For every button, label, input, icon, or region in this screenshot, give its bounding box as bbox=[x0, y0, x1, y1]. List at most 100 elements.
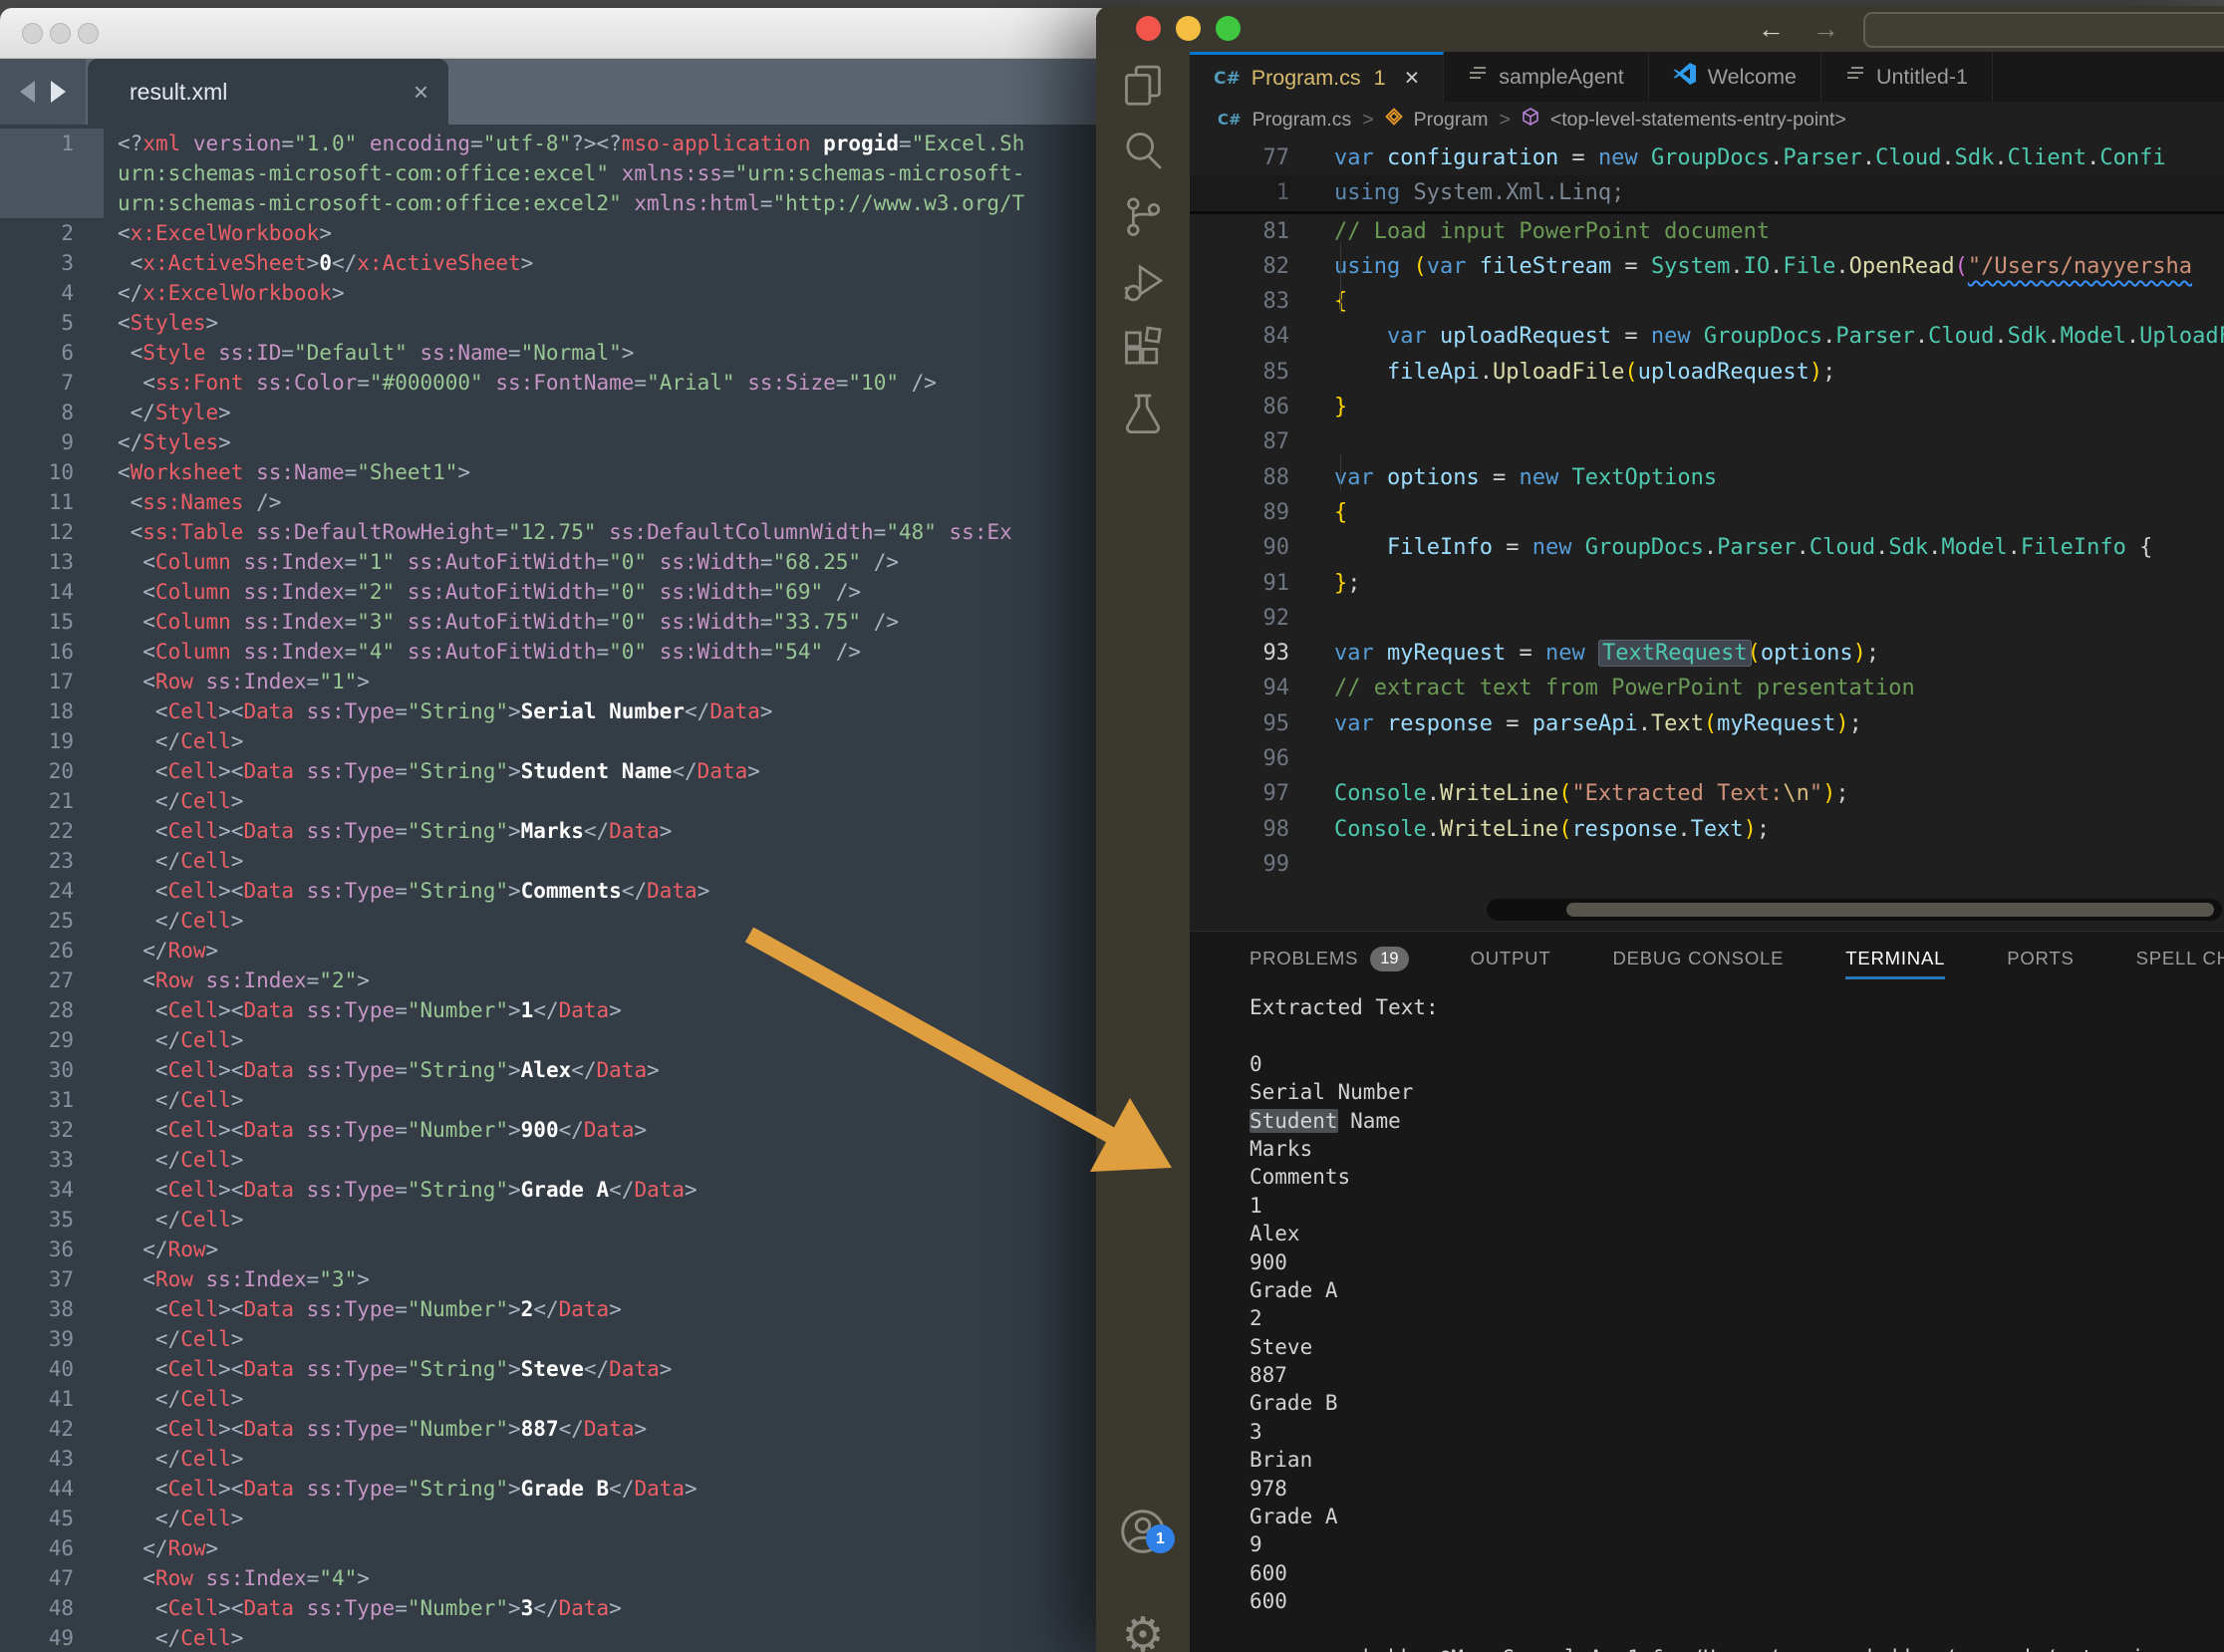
code-line: 49 </Cell> bbox=[0, 1623, 1114, 1652]
terminal-output[interactable]: Extracted Text: 0Serial NumberStudent Na… bbox=[1250, 993, 2224, 1652]
code-line: 91}; bbox=[1190, 566, 2224, 601]
code-line: 45 </Cell> bbox=[0, 1504, 1114, 1533]
settings-gear-icon[interactable]: ⚙ bbox=[1096, 1602, 1190, 1652]
line-number: 88 bbox=[1190, 460, 1289, 495]
close-tab-icon[interactable]: × bbox=[1405, 64, 1420, 93]
tab-label: Program.cs bbox=[1251, 66, 1361, 91]
code-line: 82using (var fileStream = System.IO.File… bbox=[1190, 249, 2224, 284]
panel-tab-spell-checker[interactable]: SPELL CHECKER bbox=[2136, 948, 2224, 969]
list-file-icon bbox=[1468, 64, 1488, 90]
terminal-line: Grade A bbox=[1250, 1276, 2224, 1304]
code-line: 21 </Cell> bbox=[0, 786, 1114, 816]
breadcrumb[interactable]: C# Program.cs > Program > <top-level-sta… bbox=[1190, 102, 2224, 138]
code-line: 4</x:ExcelWorkbook> bbox=[0, 278, 1114, 308]
line-number: 36 bbox=[0, 1235, 104, 1264]
line-number: 47 bbox=[0, 1563, 104, 1593]
line-number: 38 bbox=[0, 1294, 104, 1324]
terminal-line: Brian bbox=[1250, 1446, 2224, 1474]
horizontal-scrollbar[interactable] bbox=[1487, 899, 2222, 921]
terminal-line: 978 bbox=[1250, 1475, 2224, 1503]
line-number: 89 bbox=[1190, 495, 1289, 530]
code-line: 35 </Cell> bbox=[0, 1205, 1114, 1235]
line-number: 32 bbox=[0, 1115, 104, 1145]
line-number: 87 bbox=[1190, 424, 1289, 459]
tab-untitled-1[interactable]: Untitled-1 bbox=[1821, 52, 1993, 102]
line-number: 1 bbox=[0, 129, 104, 158]
terminal-line bbox=[1250, 1021, 2224, 1049]
line-number: 99 bbox=[1190, 847, 1289, 882]
line-number: 33 bbox=[0, 1145, 104, 1175]
zoom-traffic-light[interactable] bbox=[1216, 16, 1241, 41]
account-icon[interactable]: 1 bbox=[1096, 1499, 1190, 1564]
terminal-line: Student Name bbox=[1250, 1107, 2224, 1135]
navigate-forward-icon[interactable]: → bbox=[1812, 14, 1839, 45]
terminal-selection: Student bbox=[1250, 1109, 1338, 1133]
line-number: 81 bbox=[1190, 214, 1289, 249]
code-line: 99 bbox=[1190, 847, 2224, 882]
csharp-code-editor[interactable]: 77var configuration = new GroupDocs.Pars… bbox=[1190, 138, 2224, 931]
code-line: 14 <Column ss:Index="2" ss:AutoFitWidth=… bbox=[0, 577, 1114, 607]
code-line: 1<?xml version="1.0" encoding="utf-8"?><… bbox=[0, 129, 1114, 158]
code-line: 92 bbox=[1190, 601, 2224, 636]
panel-tab-problems[interactable]: PROBLEMS19 bbox=[1250, 947, 1409, 971]
zoom-traffic-light[interactable] bbox=[78, 23, 99, 44]
panel-tab-output[interactable]: OUTPUT bbox=[1471, 948, 1551, 969]
search-icon[interactable] bbox=[1096, 118, 1190, 183]
line-number: 35 bbox=[0, 1205, 104, 1235]
breadcrumb-entry-point[interactable]: <top-level-statements-entry-point> bbox=[1550, 109, 1846, 132]
code-line: 96 bbox=[1190, 741, 2224, 776]
code-line: 8 </Style> bbox=[0, 398, 1114, 427]
terminal-line: ○ nayyershahbaz@Mac ConsoleApp1 & /Users… bbox=[1250, 1644, 2224, 1652]
line-number: 82 bbox=[1190, 249, 1289, 284]
panel-tab-terminal[interactable]: TERMINAL bbox=[1845, 948, 1945, 969]
terminal-line: 600 bbox=[1250, 1559, 2224, 1587]
run-debug-icon[interactable] bbox=[1096, 249, 1190, 315]
code-line: 13 <Column ss:Index="1" ss:AutoFitWidth=… bbox=[0, 547, 1114, 577]
breadcrumb-symbol[interactable]: Program bbox=[1414, 109, 1489, 132]
terminal-line: Marks bbox=[1250, 1135, 2224, 1163]
xml-editor-window: result.xml × 1<?xml version="1.0" encodi… bbox=[0, 8, 1114, 1652]
line-number: 12 bbox=[0, 517, 104, 547]
code-line: 88var options = new TextOptions bbox=[1190, 460, 2224, 495]
tab-label: result.xml bbox=[130, 79, 414, 106]
source-control-icon[interactable] bbox=[1096, 183, 1190, 249]
code-line: 94// extract text from PowerPoint presen… bbox=[1190, 671, 2224, 705]
line-number: 18 bbox=[0, 696, 104, 726]
testing-icon[interactable] bbox=[1096, 381, 1190, 446]
breadcrumb-file[interactable]: Program.cs bbox=[1252, 109, 1352, 132]
prev-tab-icon[interactable] bbox=[20, 81, 35, 103]
code-line: 43 </Cell> bbox=[0, 1444, 1114, 1474]
breadcrumb-separator: > bbox=[1362, 109, 1373, 132]
code-line: 19 </Cell> bbox=[0, 726, 1114, 756]
tab-result-xml[interactable]: result.xml × bbox=[88, 59, 448, 125]
command-center-searchbox[interactable] bbox=[1863, 12, 2224, 48]
close-traffic-light[interactable] bbox=[22, 23, 43, 44]
extensions-icon[interactable] bbox=[1096, 315, 1190, 381]
close-tab-icon[interactable]: × bbox=[414, 79, 428, 105]
code-line: 15 <Column ss:Index="3" ss:AutoFitWidth=… bbox=[0, 607, 1114, 637]
csharp-file-icon: C# bbox=[1218, 111, 1242, 129]
explorer-icon[interactable] bbox=[1096, 52, 1190, 118]
line-number: 23 bbox=[0, 846, 104, 876]
code-line: 34 <Cell><Data ss:Type="String">Grade A<… bbox=[0, 1175, 1114, 1205]
code-line: 38 <Cell><Data ss:Type="Number">2</Data> bbox=[0, 1294, 1114, 1324]
tab-nav-arrows[interactable] bbox=[0, 59, 86, 125]
minimize-traffic-light[interactable] bbox=[1176, 16, 1201, 41]
close-traffic-light[interactable] bbox=[1136, 16, 1161, 41]
code-line: 39 </Cell> bbox=[0, 1324, 1114, 1354]
next-tab-icon[interactable] bbox=[51, 81, 66, 103]
terminal-line: Steve bbox=[1250, 1333, 2224, 1361]
tab-program-cs[interactable]: C# Program.cs 1 × bbox=[1190, 52, 1444, 102]
code-line: 24 <Cell><Data ss:Type="String">Comments… bbox=[0, 876, 1114, 906]
line-number: 90 bbox=[1190, 530, 1289, 565]
line-number: 41 bbox=[0, 1384, 104, 1414]
csharp-file-icon: C# bbox=[1214, 69, 1241, 89]
panel-tab-debug-console[interactable]: DEBUG CONSOLE bbox=[1612, 948, 1784, 969]
line-number: 39 bbox=[0, 1324, 104, 1354]
tab-welcome[interactable]: Welcome bbox=[1649, 52, 1821, 102]
panel-tab-ports[interactable]: PORTS bbox=[2007, 948, 2074, 969]
xml-code-area[interactable]: 1<?xml version="1.0" encoding="utf-8"?><… bbox=[0, 125, 1114, 1652]
tab-sampleagent[interactable]: sampleAgent bbox=[1444, 52, 1649, 102]
navigate-back-icon[interactable]: ← bbox=[1758, 14, 1785, 45]
minimize-traffic-light[interactable] bbox=[50, 23, 71, 44]
